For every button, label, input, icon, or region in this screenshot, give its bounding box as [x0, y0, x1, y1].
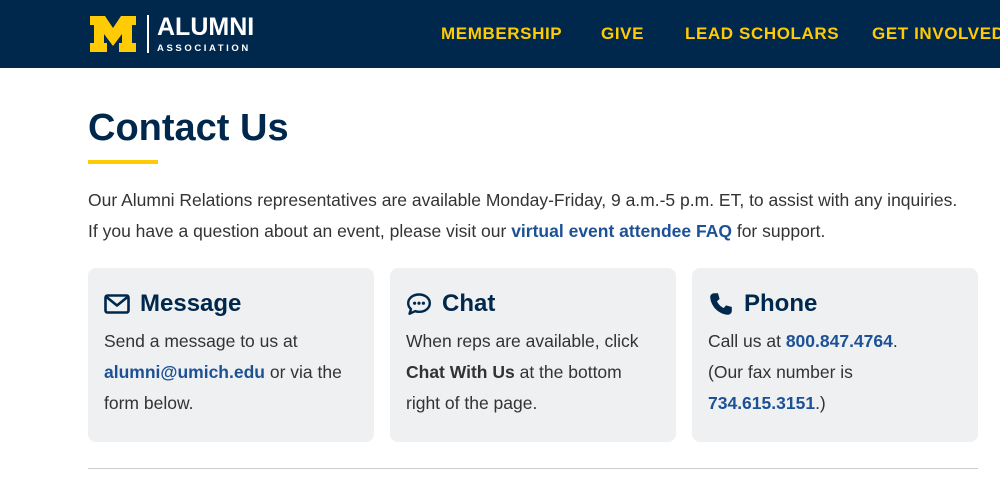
virtual-event-faq-link[interactable]: virtual event attendee FAQ — [511, 221, 732, 241]
chat-with-us-label: Chat With Us — [406, 362, 515, 382]
fax-text-post: .) — [815, 393, 826, 413]
intro-text: Our Alumni Relations representatives are… — [88, 185, 993, 247]
chat-card-body: When reps are available, click Chat With… — [406, 326, 660, 419]
logo-subword: ASSOCIATION — [157, 42, 251, 54]
envelope-icon — [104, 292, 130, 316]
title-underline — [88, 160, 158, 164]
phone-card-text-pre: Call us at — [708, 331, 786, 351]
intro-line-1: Our Alumni Relations representatives are… — [88, 190, 958, 210]
message-card-text-pre: Send a message to us at — [104, 331, 298, 351]
intro-line-2-pre: If you have a question about an event, p… — [88, 221, 512, 241]
chat-card-text-pre: When reps are available, click — [406, 331, 639, 351]
phone-card-text-mid: . — [892, 331, 898, 351]
chat-bubble-icon — [406, 292, 432, 316]
alumni-association-logo[interactable]: ALUMNI ASSOCIATION — [88, 14, 254, 54]
site-header: ALUMNI ASSOCIATION MEMBERSHIP GIVE LEAD … — [0, 0, 1000, 68]
fax-text-pre: (Our fax number is — [708, 362, 853, 382]
message-card-body: Send a message to us at alumni@umich.edu… — [104, 326, 358, 419]
chat-card-header: Chat — [406, 288, 660, 320]
message-card-header: Message — [104, 288, 358, 320]
message-card: Message Send a message to us at alumni@u… — [88, 268, 374, 442]
phone-card-header: Phone — [708, 288, 962, 320]
chat-card-title: Chat — [442, 290, 496, 317]
phone-card-body: Call us at 800.847.4764. (Our fax number… — [708, 326, 962, 419]
nav-give[interactable]: GIVE — [601, 0, 644, 68]
nav-membership[interactable]: MEMBERSHIP — [441, 0, 562, 68]
intro-line-2-post: for support. — [731, 221, 826, 241]
page-title: Contact Us — [88, 107, 289, 149]
alumni-email-link[interactable]: alumni@umich.edu — [104, 362, 265, 382]
logo-divider — [147, 15, 149, 53]
message-card-title: Message — [140, 290, 242, 317]
phone-number-link[interactable]: 800.847.4764 — [786, 331, 893, 351]
phone-card: Phone Call us at 800.847.4764. (Our fax … — [692, 268, 978, 442]
phone-icon — [708, 292, 734, 316]
phone-card-title: Phone — [744, 290, 818, 317]
logo-word: ALUMNI — [157, 12, 255, 41]
nav-get-involved[interactable]: GET INVOLVED — [872, 0, 1000, 68]
nav-lead-scholars[interactable]: LEAD SCHOLARS — [685, 0, 839, 68]
fax-number-link[interactable]: 734.615.3151 — [708, 393, 815, 413]
block-m-logo-icon — [90, 16, 136, 52]
intro-line-2: If you have a question about an event, p… — [88, 216, 993, 247]
logo-wordmark: ALUMNI ASSOCIATION — [157, 12, 255, 54]
chat-card: Chat When reps are available, click Chat… — [390, 268, 676, 442]
section-divider — [88, 468, 978, 469]
